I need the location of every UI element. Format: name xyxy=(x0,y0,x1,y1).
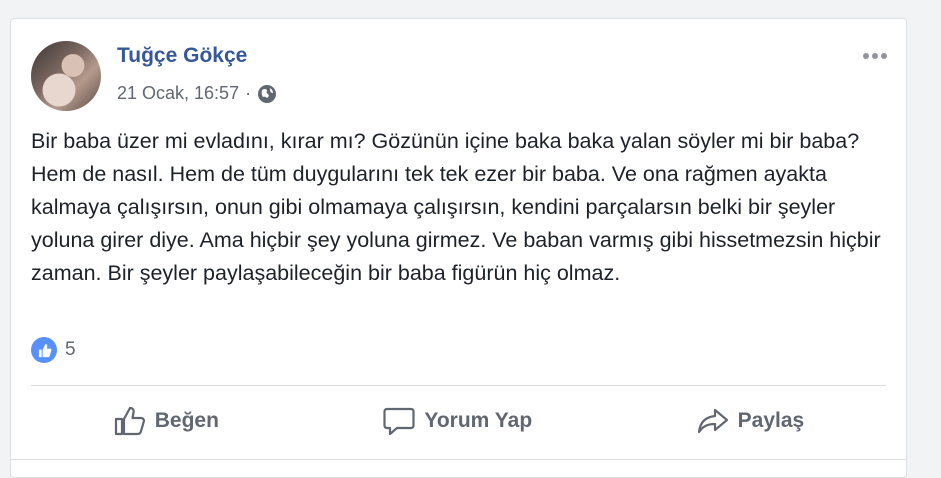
share-button[interactable]: Paylaş xyxy=(682,399,819,443)
thumbs-up-icon xyxy=(114,406,145,436)
like-label: Beğen xyxy=(154,409,219,432)
author-name[interactable]: Tuğçe Gökçe xyxy=(117,44,247,68)
dot-icon xyxy=(872,53,878,59)
more-options-button[interactable] xyxy=(860,49,890,63)
comments-divider xyxy=(11,459,906,460)
comment-icon xyxy=(383,407,416,436)
globe-icon[interactable] xyxy=(257,84,277,104)
post-timestamp[interactable]: 21 Ocak, 16:57 xyxy=(117,83,239,104)
action-divider xyxy=(31,385,886,386)
dot-icon xyxy=(863,53,869,59)
reaction-summary[interactable]: 5 xyxy=(31,337,76,363)
action-bar: Beğen Yorum Yap Paylaş xyxy=(31,391,886,451)
post-card: Tuğçe Gökçe 21 Ocak, 16:57 · Bir baba üz… xyxy=(10,18,907,478)
share-label: Paylaş xyxy=(737,409,805,432)
share-icon xyxy=(697,408,728,434)
like-icon xyxy=(31,337,57,363)
post-meta: 21 Ocak, 16:57 · xyxy=(117,83,277,104)
reaction-count: 5 xyxy=(65,339,76,360)
author-avatar[interactable] xyxy=(31,41,101,111)
comment-button[interactable]: Yorum Yap xyxy=(368,399,546,443)
dot-icon xyxy=(881,53,887,59)
meta-separator: · xyxy=(245,83,252,103)
comment-label: Yorum Yap xyxy=(424,409,533,432)
post-text: Bir baba üzer mi evladını, kırar mı? Göz… xyxy=(31,129,881,285)
like-button[interactable]: Beğen xyxy=(99,399,233,443)
